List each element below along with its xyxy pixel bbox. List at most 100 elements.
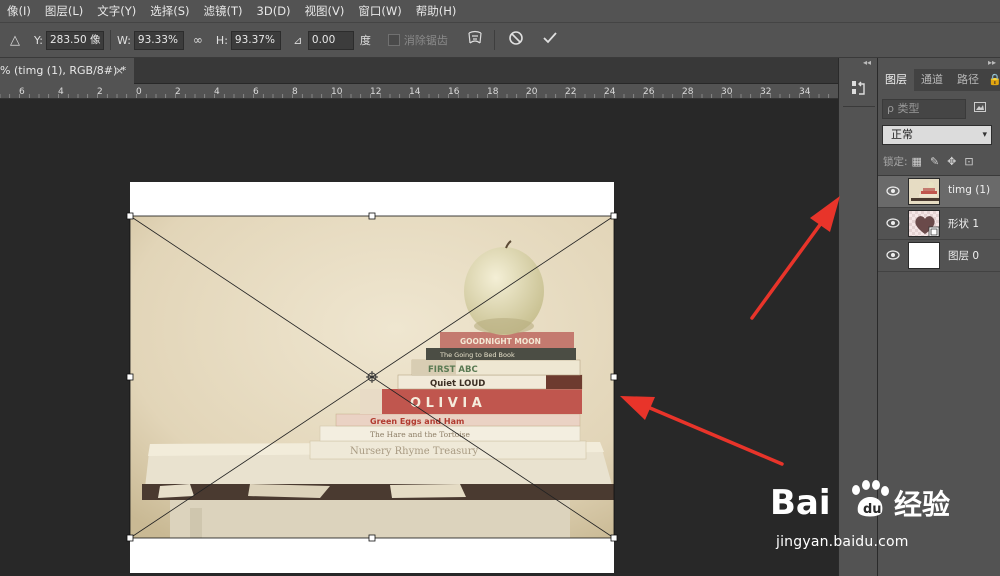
menu-select[interactable]: 选择(S) xyxy=(143,0,196,22)
ruler-label: 32 xyxy=(760,87,771,97)
collapse-arrows-icon[interactable]: ◂◂ xyxy=(863,58,871,67)
watermark-url: jingyan.baidu.com xyxy=(776,534,909,550)
layer-row-layer0[interactable]: 图层 0 xyxy=(878,240,1000,272)
angle-field[interactable]: 0.00 xyxy=(307,30,354,50)
menu-bar: 像(I) 图层(L) 文字(Y) 选择(S) 滤镜(T) 3D(D) 视图(V)… xyxy=(0,0,1000,22)
ruler-label: 6 xyxy=(253,87,259,97)
layer-row-timg[interactable]: timg (1) xyxy=(878,176,1000,208)
y-label: Y: xyxy=(34,33,43,47)
layer-thumbnail xyxy=(908,242,940,269)
ruler-label: 28 xyxy=(682,87,694,97)
ruler-label: 4 xyxy=(58,87,64,97)
width-field[interactable]: 93.33% xyxy=(133,30,184,50)
ruler-label: 22 xyxy=(565,87,576,97)
lock-artboard-icon[interactable]: ⊡ xyxy=(964,155,973,168)
paw-icon: du xyxy=(852,480,889,517)
layer-filter-select[interactable]: ρ 类型 xyxy=(882,98,966,119)
book-title: FIRST ABC xyxy=(428,365,478,375)
menu-filter[interactable]: 滤镜(T) xyxy=(197,0,250,22)
image-filter-icon[interactable] xyxy=(974,102,986,115)
delta-icon[interactable]: △ xyxy=(8,33,22,48)
document-tab-bar: % (timg (1), RGB/8#) * × xyxy=(0,58,838,84)
chevron-down-icon: ▾ xyxy=(982,130,987,140)
height-field[interactable]: 93.37% xyxy=(230,30,281,50)
tab-overflow[interactable]: 🔒 xyxy=(986,69,1000,91)
lock-label: 锁定: xyxy=(883,155,908,168)
menu-help[interactable]: 帮助(H) xyxy=(409,0,464,22)
link-icon[interactable]: ∞ xyxy=(190,33,206,47)
commit-transform-icon[interactable] xyxy=(541,30,559,50)
tab-paths[interactable]: 路径 xyxy=(950,69,986,91)
collapse-arrows-icon[interactable]: ▸▸ xyxy=(988,58,996,67)
baidu-logo: Bai du 经验 xyxy=(770,480,950,523)
lock-paint-icon[interactable]: ✎ xyxy=(930,155,939,168)
ruler-label: 16 xyxy=(448,87,460,97)
ruler-label: 30 xyxy=(721,87,733,97)
book-title: Quiet LOUD xyxy=(430,379,485,389)
ruler-label: 6 xyxy=(19,87,25,97)
separator xyxy=(109,30,111,50)
eye-icon[interactable] xyxy=(886,185,900,197)
ruler-label: 20 xyxy=(526,87,538,97)
separator xyxy=(843,106,875,107)
layer-name: timg (1) xyxy=(948,184,991,196)
book-title: The Going to Bed Book xyxy=(439,351,515,359)
layer-thumbnail xyxy=(908,178,940,205)
horizontal-ruler: 6 4 2 0 2 4 6 8 10 12 14 16 18 20 22 24 26 28 30 32 34 xyxy=(0,84,838,99)
menu-window[interactable]: 窗口(W) xyxy=(351,0,408,22)
blend-mode-row: 正常 ▾ xyxy=(882,125,998,145)
angle-icon: ⊿ xyxy=(293,33,303,47)
history-icon[interactable] xyxy=(849,78,869,102)
lock-move-icon[interactable]: ✥ xyxy=(947,155,956,168)
close-tab-icon[interactable]: × xyxy=(115,58,124,84)
document-tab[interactable]: % (timg (1), RGB/8#) * × xyxy=(0,58,134,84)
ruler-label: 4 xyxy=(214,87,220,97)
ruler-label: 10 xyxy=(331,87,343,97)
menu-image[interactable]: 像(I) xyxy=(0,0,38,22)
tab-layers[interactable]: 图层 xyxy=(878,69,914,91)
ruler-label: 2 xyxy=(97,87,103,97)
book-title: GOODNIGHT MOON xyxy=(460,337,541,346)
angle-unit: 度 xyxy=(359,34,371,47)
book-stack-photo: Nursery Rhyme Treasury The Hare and the … xyxy=(130,216,614,538)
canvas-workspace[interactable]: Nursery Rhyme Treasury The Hare and the … xyxy=(0,99,838,576)
ruler-label: 24 xyxy=(604,87,616,97)
blend-mode-value: 正常 xyxy=(891,128,913,141)
menu-layer[interactable]: 图层(L) xyxy=(38,0,90,22)
ruler-label: 2 xyxy=(175,87,181,97)
eye-icon[interactable] xyxy=(886,217,900,229)
brand-text: Bai xyxy=(770,483,831,523)
tab-channels[interactable]: 通道 xyxy=(914,69,950,91)
ruler-ticks: 6 4 2 0 2 4 6 8 10 12 14 16 18 20 22 24 26 28 30 32 34 xyxy=(0,87,830,98)
layer-filter-row: ρ 类型 xyxy=(882,98,998,119)
ruler-label: 26 xyxy=(643,87,655,97)
warp-icon[interactable] xyxy=(466,30,484,50)
layer-thumbnail xyxy=(908,210,940,237)
ruler-label: 0 xyxy=(136,87,142,97)
separator xyxy=(493,30,495,50)
panel-tabs: 图层 通道 路径 🔒 xyxy=(878,69,1000,91)
w-label: W: xyxy=(116,33,131,47)
menu-3d[interactable]: 3D(D) xyxy=(250,0,298,22)
blend-mode-select[interactable]: 正常 ▾ xyxy=(882,125,992,145)
antialias-checkbox[interactable] xyxy=(387,34,400,46)
ruler-label: 12 xyxy=(370,87,381,97)
y-position-field[interactable]: 283.50 像 xyxy=(45,30,104,50)
brand-suffix: 经验 xyxy=(894,488,950,521)
lock-transparent-icon[interactable]: ▦ xyxy=(912,155,922,168)
ruler-label: 18 xyxy=(487,87,499,97)
menu-type[interactable]: 文字(Y) xyxy=(90,0,143,22)
ruler-label: 34 xyxy=(799,87,811,97)
layer-row-shape[interactable]: 形状 1 xyxy=(878,208,1000,240)
layer-name: 图层 0 xyxy=(948,250,980,262)
options-bar: △ Y: 283.50 像 W: 93.33% ∞ H: 93.37% ⊿ 0.… xyxy=(0,22,1000,58)
layers-list: timg (1) 形状 1 图层 0 xyxy=(878,175,1000,272)
menu-view[interactable]: 视图(V) xyxy=(298,0,352,22)
photo-layer[interactable]: Nursery Rhyme Treasury The Hare and the … xyxy=(130,216,614,538)
eye-icon[interactable] xyxy=(886,249,900,261)
book-title: Nursery Rhyme Treasury xyxy=(350,446,479,457)
svg-text:du: du xyxy=(863,502,882,517)
book-title: O L I V I A xyxy=(410,396,482,411)
baidu-watermark: Bai du 经验 jingyan.baidu.com xyxy=(770,470,1000,576)
cancel-transform-icon[interactable] xyxy=(507,30,525,50)
